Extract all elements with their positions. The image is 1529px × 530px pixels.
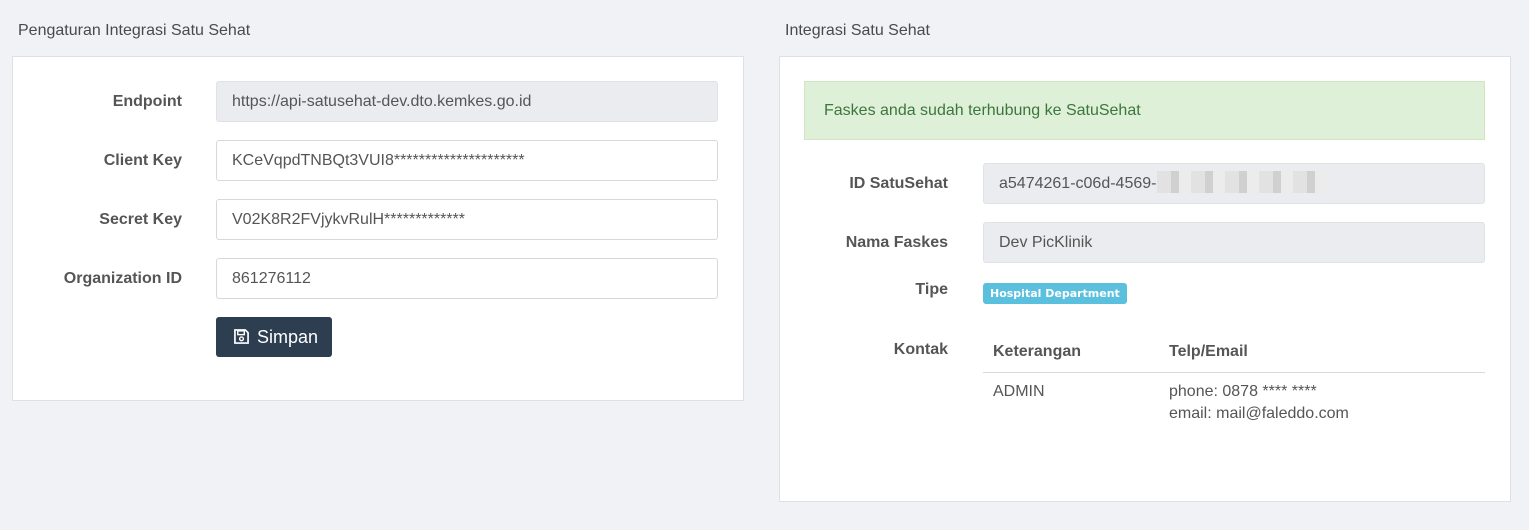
endpoint-row: Endpoint https://api-satusehat-dev.dto.k… [13, 81, 743, 122]
tipe-label: Tipe [915, 281, 948, 298]
kontak-phone-cell: phone: 0878 **** **** [1169, 383, 1317, 400]
nama-faskes-label: Nama Faskes [845, 234, 948, 251]
right-section-title: Integrasi Satu Sehat [785, 22, 930, 39]
save-button[interactable]: Simpan [216, 317, 332, 357]
secret-key-row: Secret Key V02K8R2FVjykvRulH************… [13, 199, 743, 240]
endpoint-label: Endpoint [112, 93, 182, 110]
nama-faskes-row: Nama Faskes Dev PicKlinik [780, 222, 1510, 263]
tipe-badge: Hospital Department [983, 283, 1127, 304]
id-satusehat-row: ID SatuSehat a5474261-c06d-4569- [780, 163, 1510, 204]
redacted-pixelation [1157, 170, 1328, 193]
header-keterangan: Keterangan [993, 343, 1082, 360]
organization-id-row: Organization ID 861276112 [13, 258, 743, 299]
secret-key-field[interactable]: V02K8R2FVjykvRulH************* [216, 199, 718, 240]
kontak-label: Kontak [893, 341, 948, 358]
id-satusehat-value: a5474261-c06d-4569- [999, 175, 1157, 192]
integration-settings-card: Endpoint https://api-satusehat-dev.dto.k… [12, 56, 744, 401]
organization-id-field[interactable]: 861276112 [216, 258, 718, 299]
save-button-label: Simpan [257, 327, 319, 347]
left-section-title: Pengaturan Integrasi Satu Sehat [18, 22, 251, 39]
client-key-label: Client Key [103, 152, 182, 169]
id-satusehat-field[interactable]: a5474261-c06d-4569- [983, 163, 1485, 204]
header-telp-email: Telp/Email [1169, 343, 1248, 360]
client-key-field[interactable]: KCeVqpdTNBQt3VUI8********************* [216, 140, 718, 181]
success-alert: Faskes anda sudah terhubung ke SatuSehat [804, 81, 1485, 140]
secret-key-label: Secret Key [99, 211, 182, 228]
endpoint-field[interactable]: https://api-satusehat-dev.dto.kemkes.go.… [216, 81, 718, 122]
id-satusehat-label: ID SatuSehat [849, 175, 948, 192]
satusehat-status-card: Faskes anda sudah terhubung ke SatuSehat… [779, 56, 1511, 502]
organization-id-label: Organization ID [63, 270, 182, 287]
floppy-disk-icon [234, 329, 249, 344]
kontak-table-header: Keterangan Telp/Email [983, 337, 1485, 373]
nama-faskes-field[interactable]: Dev PicKlinik [983, 222, 1485, 263]
kontak-email-cell: email: mail@faleddo.com [1169, 405, 1349, 422]
kontak-keterangan-cell: ADMIN [993, 383, 1045, 400]
client-key-row: Client Key KCeVqpdTNBQt3VUI8************… [13, 140, 743, 181]
